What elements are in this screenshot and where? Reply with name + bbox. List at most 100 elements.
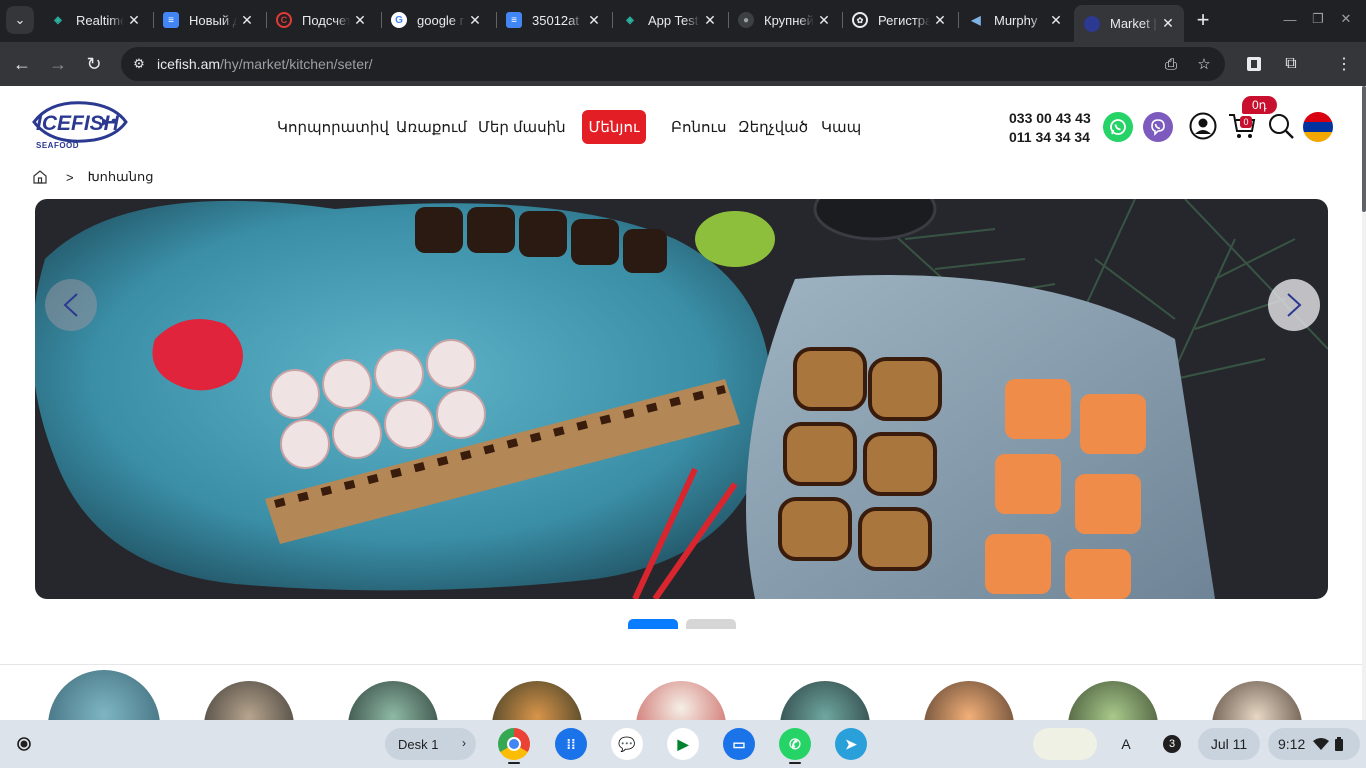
scrollbar-thumb[interactable]	[1362, 86, 1366, 212]
screenshot-thumbnail[interactable]	[1033, 728, 1097, 760]
chrome-app-icon[interactable]	[498, 728, 530, 760]
address-bar[interactable]: ⚙ icefish.am/hy/market/kitchen/seter/ ⎙ …	[121, 47, 1225, 81]
carousel-prev-button[interactable]	[45, 279, 97, 331]
bookmark-star-icon[interactable]: ☆	[1194, 54, 1214, 74]
battery-icon	[1335, 737, 1344, 751]
telegram-app-icon[interactable]: ➤	[835, 728, 867, 760]
close-icon[interactable]: ✕	[465, 12, 485, 29]
browser-tab[interactable]: ● Крупнейший ✕	[728, 5, 840, 35]
url-text[interactable]: icefish.am/hy/market/kitchen/seter/	[157, 56, 373, 72]
carousel-next-button[interactable]	[1268, 279, 1320, 331]
browser-tab[interactable]: ✿ Регистрация ✕	[842, 5, 956, 35]
status-tray[interactable]: 9:12	[1268, 728, 1360, 760]
page-scrollbar[interactable]	[1362, 86, 1366, 720]
search-icon[interactable]	[1267, 112, 1295, 140]
puzzle-icon: ⧉	[1285, 55, 1297, 72]
browser-tab[interactable]: C Подсчет ✕	[266, 5, 376, 35]
carousel-dot-active[interactable]	[628, 619, 678, 629]
close-icon[interactable]: ✕	[124, 12, 144, 29]
phone-numbers: 033 00 43 43 011 34 34 34	[1009, 109, 1091, 147]
meet-app-icon[interactable]: ▶	[667, 728, 699, 760]
viber-button[interactable]	[1143, 112, 1173, 142]
close-icon[interactable]: ✕	[1158, 15, 1178, 32]
close-icon[interactable]: ✕	[584, 12, 604, 29]
desk-switcher[interactable]: Desk 1 ›	[385, 728, 476, 760]
browser-toolbar: ← → ↻ ⚙ icefish.am/hy/market/kitchen/set…	[0, 42, 1366, 86]
whatsapp-app-icon[interactable]: ✆	[779, 728, 811, 760]
wifi-icon	[1313, 738, 1330, 750]
category-thumbnail[interactable]	[492, 681, 582, 720]
category-thumbnail[interactable]	[204, 681, 294, 720]
whatsapp-icon	[1110, 119, 1126, 135]
browser-tab[interactable]: G google переводчик ✕	[381, 5, 491, 35]
category-thumbnail[interactable]	[636, 681, 726, 720]
restore-button[interactable]: ❐	[1306, 8, 1330, 30]
cart-count-badge: 0	[1240, 116, 1252, 128]
forward-button[interactable]: →	[44, 50, 72, 78]
category-thumbnail[interactable]	[1212, 681, 1302, 720]
browser-tab[interactable]: ≡ 35012at ✕	[496, 5, 610, 35]
nav-about[interactable]: Մեր մասին	[478, 110, 566, 144]
close-icon[interactable]: ✕	[930, 12, 950, 29]
pinwheel-icon: ◈	[626, 14, 634, 26]
openai-icon: ✿	[852, 12, 868, 28]
tab-search-button[interactable]: ⌄	[6, 6, 34, 34]
site-info-icon[interactable]: ⚙	[131, 56, 147, 72]
close-window-button[interactable]: ✕	[1334, 8, 1358, 30]
browser-tab-active[interactable]: Market | Icefish ✕	[1074, 5, 1184, 42]
launcher-button[interactable]	[8, 728, 40, 760]
nav-discounted[interactable]: Զեղչված	[738, 110, 808, 144]
browser-tab[interactable]: ◀ Murphy ✕	[958, 5, 1072, 35]
date-pill[interactable]: Jul 11	[1198, 728, 1260, 760]
language-flag-armenia[interactable]	[1303, 112, 1333, 142]
new-tab-button[interactable]: +	[1191, 7, 1215, 32]
category-thumbnail[interactable]	[780, 681, 870, 720]
notification-counter[interactable]: 3	[1156, 728, 1188, 760]
messages-app-icon[interactable]: 💬	[611, 728, 643, 760]
whatsapp-button[interactable]	[1103, 112, 1133, 142]
nav-contact[interactable]: Կապ	[821, 110, 861, 144]
phone-link[interactable]: 011 34 34 34	[1009, 128, 1091, 147]
back-button[interactable]: ←	[8, 50, 36, 78]
docs-icon: ≡	[163, 12, 179, 28]
carousel-dot[interactable]	[686, 619, 736, 629]
icefish-icon	[1084, 15, 1100, 32]
close-icon[interactable]: ✕	[814, 12, 834, 29]
carousel-indicators	[628, 619, 736, 629]
user-account-icon[interactable]	[1189, 112, 1217, 140]
browser-tab[interactable]: ≡ Новый документ ✕	[153, 5, 263, 35]
extension-button[interactable]	[1240, 50, 1268, 78]
close-icon[interactable]: ✕	[1046, 12, 1066, 29]
app-launcher-grid-icon[interactable]: ⁞⁞	[555, 728, 587, 760]
category-thumbnail[interactable]	[48, 670, 160, 720]
bookmark-extension-icon	[1247, 57, 1261, 71]
category-thumbnail[interactable]	[1068, 681, 1158, 720]
home-icon[interactable]	[32, 169, 48, 185]
nav-corporate[interactable]: Կորպորատիվ	[277, 110, 389, 144]
category-thumbnail[interactable]	[348, 681, 438, 720]
forward-arrow-icon: →	[49, 53, 67, 74]
nav-bonus[interactable]: Բոնուս	[671, 110, 727, 144]
close-icon[interactable]: ✕	[350, 12, 370, 29]
browser-tab[interactable]: ◈ App Test ✕	[612, 5, 726, 35]
close-icon[interactable]: ✕	[237, 12, 257, 29]
install-app-icon[interactable]: ⎙	[1161, 54, 1181, 74]
hero-banner-image[interactable]	[35, 199, 1328, 599]
chevron-left-icon	[63, 293, 78, 317]
nav-menu-active[interactable]: Մենյու	[582, 110, 646, 144]
category-thumbnail[interactable]	[924, 681, 1014, 720]
chrome-menu-button[interactable]: ⋮	[1330, 50, 1358, 78]
browser-tab[interactable]: ◈ Realtime ✕	[40, 5, 150, 35]
extensions-menu-button[interactable]: ⧉	[1277, 50, 1305, 78]
ime-indicator[interactable]: A	[1110, 728, 1142, 760]
fish-icon: ◀	[971, 13, 981, 27]
minimize-button[interactable]: —	[1278, 8, 1302, 30]
close-icon[interactable]: ✕	[700, 12, 720, 29]
reload-button[interactable]: ↻	[80, 50, 108, 78]
restore-icon: ❐	[1312, 11, 1324, 26]
nav-delivery[interactable]: Առաքում	[396, 110, 467, 144]
phone-link[interactable]: 033 00 43 43	[1009, 109, 1091, 128]
breadcrumb-current[interactable]: Խոհանոց	[88, 169, 154, 185]
files-app-icon[interactable]: ▭	[723, 728, 755, 760]
running-indicator	[508, 762, 520, 764]
